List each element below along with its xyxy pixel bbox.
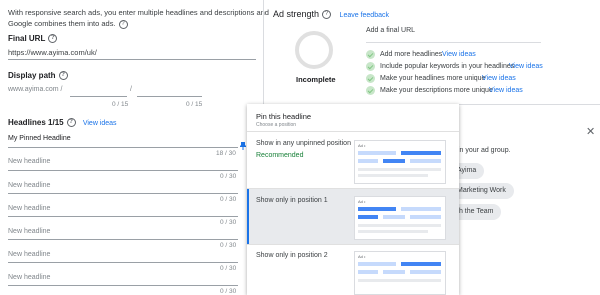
ad-strength-header: Ad strength? Leave feedback xyxy=(273,9,389,20)
help-icon[interactable]: ? xyxy=(118,19,128,29)
preview-bar xyxy=(358,207,396,211)
final-url-underline xyxy=(8,59,256,60)
preview-bar xyxy=(358,174,428,177)
headline-underline xyxy=(8,147,238,148)
preview-bar xyxy=(410,159,441,163)
popup-subtitle: Choose a position xyxy=(256,122,297,128)
suggestion-view-ideas-link[interactable]: View ideas xyxy=(482,75,516,82)
add-final-url-text: Add a final URL xyxy=(366,27,416,34)
preview-bar xyxy=(358,168,441,171)
display-path-separator: / xyxy=(130,86,132,93)
help-icon[interactable]: ? xyxy=(48,34,58,44)
display-path-domain: www.ayima.com / xyxy=(8,86,63,93)
option-label: Show only in position 1 xyxy=(256,197,328,204)
pin-icon[interactable] xyxy=(240,137,246,150)
path2-counter: 0 / 15 xyxy=(186,101,203,108)
view-ideas-link[interactable]: View ideas xyxy=(83,120,117,127)
ad-group-text: in your ad group. xyxy=(458,147,511,154)
headline-underline xyxy=(8,285,238,286)
headline-placeholder[interactable]: New headline xyxy=(8,158,50,165)
headline-counter: 0 / 30 xyxy=(220,196,237,203)
headline-placeholder[interactable]: New headline xyxy=(8,228,50,235)
suggestion-view-ideas-link[interactable]: View ideas xyxy=(509,63,543,70)
preview-bar xyxy=(358,279,441,282)
headline-underline xyxy=(8,216,238,217)
preview-bar xyxy=(358,230,428,233)
preview-bar xyxy=(358,270,378,274)
option-label: Show in any unpinned position xyxy=(256,140,351,147)
intro-line-2: Google combines them into ads.? xyxy=(8,18,269,29)
headline-underline xyxy=(8,170,238,171)
option-position-1[interactable]: Show only in position 1 Ad • xyxy=(247,189,459,244)
option-any-unpinned[interactable]: Show in any unpinned position Recommende… xyxy=(247,132,459,188)
close-icon[interactable]: ✕ xyxy=(586,127,595,138)
suggestion-text: Make your descriptions more unique xyxy=(380,87,493,94)
preview-bar xyxy=(358,215,378,219)
intro-line-1: With responsive search ads, you enter mu… xyxy=(8,8,269,17)
help-icon[interactable]: ? xyxy=(66,118,76,128)
preview-bar xyxy=(358,159,378,163)
headline-counter: 0 / 30 xyxy=(220,173,237,180)
ad-preview: Ad • xyxy=(354,196,446,240)
pin-headline-popup: Pin this headline Choose a position Show… xyxy=(247,104,459,295)
headline-placeholder[interactable]: New headline xyxy=(8,205,50,212)
path1-counter: 0 / 15 xyxy=(112,101,129,108)
headline-counter: 0 / 30 xyxy=(220,219,237,226)
ad-preview-tag: Ad • xyxy=(358,143,366,148)
preview-bar xyxy=(358,224,441,227)
ad-preview-tag: Ad • xyxy=(358,254,366,259)
option-label: Show only in position 2 xyxy=(256,252,328,259)
ad-preview: Ad • xyxy=(354,251,446,295)
preview-bar xyxy=(383,270,405,274)
recommended-label: Recommended xyxy=(256,152,304,159)
headlines-label: Headlines 1/15? View ideas xyxy=(8,118,117,128)
ad-strength-status: Incomplete xyxy=(296,75,336,84)
headline-counter: 0 / 30 xyxy=(220,288,237,295)
check-circle-icon xyxy=(366,86,375,95)
suggestion-view-ideas-link[interactable]: View ideas xyxy=(489,87,523,94)
headline-placeholder[interactable]: New headline xyxy=(8,251,50,258)
preview-bar xyxy=(358,262,396,266)
leave-feedback-link[interactable]: Leave feedback xyxy=(340,12,389,19)
headline-underline xyxy=(8,262,238,263)
preview-bar xyxy=(401,262,441,266)
headline-underline xyxy=(8,193,238,194)
headline-counter: 0 / 30 xyxy=(220,265,237,272)
preview-bar xyxy=(410,215,441,219)
preview-bar xyxy=(383,159,405,163)
preview-bar xyxy=(358,151,396,155)
check-circle-icon xyxy=(366,74,375,83)
suggestion-text: Make your headlines more unique xyxy=(380,75,486,82)
final-url-label: Final URL? xyxy=(8,34,58,44)
suggestion-text: Include popular keywords in your headlin… xyxy=(380,63,515,70)
headline-counter: 18 / 30 xyxy=(216,150,236,157)
path1-input[interactable] xyxy=(70,96,127,97)
ad-preview: Ad • xyxy=(354,140,446,184)
headline-input[interactable]: My Pinned Headline xyxy=(8,135,71,142)
path2-input[interactable] xyxy=(137,96,202,97)
ad-strength-divider xyxy=(366,42,541,43)
preview-bar xyxy=(410,270,441,274)
suggestion-text: Add more headlines xyxy=(380,51,443,58)
headline-placeholder[interactable]: New headline xyxy=(8,274,50,281)
popup-title: Pin this headline xyxy=(256,112,312,121)
intro-text: With responsive search ads, you enter mu… xyxy=(8,7,269,29)
help-icon[interactable]: ? xyxy=(58,71,68,81)
option-position-2[interactable]: Show only in position 2 Ad • xyxy=(247,245,459,295)
check-circle-icon xyxy=(366,62,375,71)
help-icon[interactable]: ? xyxy=(322,10,332,20)
suggestion-view-ideas-link[interactable]: View ideas xyxy=(442,51,476,58)
preview-bar xyxy=(383,215,405,219)
ad-preview-tag: Ad • xyxy=(358,199,366,204)
headline-underline xyxy=(8,239,238,240)
check-circle-icon xyxy=(366,50,375,59)
display-path-label: Display path? xyxy=(8,71,68,81)
preview-bar xyxy=(401,207,441,211)
headline-counter: 0 / 30 xyxy=(220,242,237,249)
ad-strength-ring xyxy=(295,31,333,69)
headline-placeholder[interactable]: New headline xyxy=(8,182,50,189)
final-url-input[interactable]: https://www.ayima.com/uk/ xyxy=(8,48,97,57)
preview-bar xyxy=(401,151,441,155)
